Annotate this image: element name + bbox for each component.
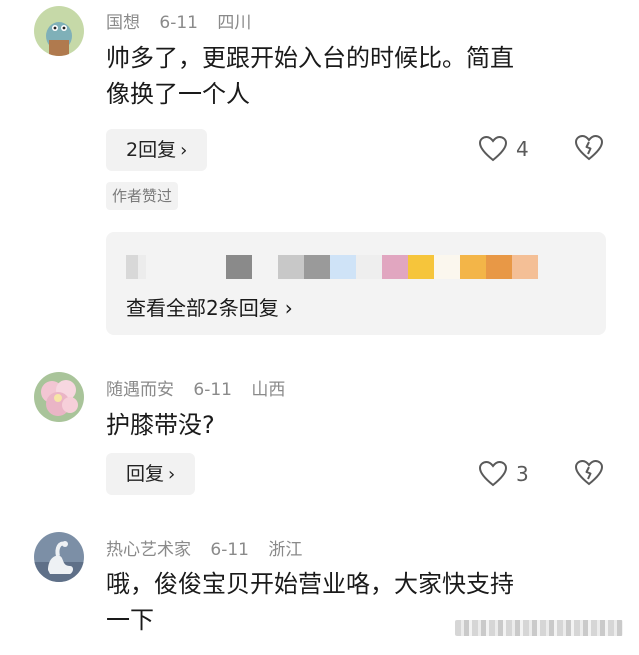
avatar[interactable] <box>34 372 84 422</box>
avatar-image <box>34 6 84 56</box>
comment-text: 帅多了，更跟开始入台的时候比。简直 像换了一个人 <box>106 40 606 112</box>
comment-text-line: 帅多了，更跟开始入台的时候比。简直 <box>106 44 514 72</box>
reply-button[interactable]: 回复 › <box>106 453 196 495</box>
comment-date: 6-11 <box>159 13 198 33</box>
heart-icon <box>478 460 508 487</box>
reply-button[interactable]: 2回复 › <box>106 129 208 171</box>
username[interactable]: 随遇而安 <box>106 380 174 400</box>
view-all-replies-link[interactable]: 查看全部2条回复 › <box>126 292 293 321</box>
username[interactable]: 国想 <box>106 13 140 33</box>
blurred-reply-preview <box>126 254 538 280</box>
dislike-button[interactable] <box>574 134 604 164</box>
view-all-replies-label: 查看全部2条回复 <box>126 296 279 320</box>
watermark <box>455 620 623 636</box>
comment-location: 山西 <box>251 380 286 400</box>
like-button[interactable]: 4 <box>478 133 529 165</box>
reply-label: 2回复 <box>126 139 177 161</box>
comment-text: 护膝带没? <box>106 407 606 443</box>
author-liked-badge: 作者赞过 <box>106 182 179 210</box>
comment-text-line: 哦，俊俊宝贝开始营业咯，大家快支持 <box>106 570 514 598</box>
comment-date: 6-11 <box>193 380 232 400</box>
like-count: 4 <box>516 137 529 161</box>
chevron-right-icon: › <box>168 464 176 485</box>
avatar-image <box>34 372 84 422</box>
broken-heart-icon <box>574 459 604 486</box>
comment-date: 6-11 <box>210 540 249 560</box>
replies-preview-panel[interactable]: 查看全部2条回复 › <box>106 232 606 335</box>
avatar[interactable] <box>34 6 84 56</box>
dislike-button[interactable] <box>574 459 604 489</box>
avatar-image <box>34 532 84 582</box>
broken-heart-icon <box>574 134 604 161</box>
comment-text-line: 护膝带没? <box>106 411 215 439</box>
like-count: 3 <box>516 462 529 486</box>
comment-text-line: 像换了一个人 <box>106 80 250 108</box>
comment-meta: 随遇而安 6-11 山西 <box>106 375 299 400</box>
comment-meta: 国想 6-11 四川 <box>106 8 265 33</box>
comment-location: 浙江 <box>268 540 303 560</box>
chevron-right-icon: › <box>284 296 293 320</box>
comment-location: 四川 <box>217 13 252 33</box>
reply-label: 回复 <box>126 463 165 485</box>
username[interactable]: 热心艺术家 <box>106 540 191 560</box>
comment-item: 国想 6-11 四川 帅多了，更跟开始入台的时候比。简直 像换了一个人 2回复 ›… <box>0 0 639 360</box>
comment-meta: 热心艺术家 6-11 浙江 <box>106 535 316 560</box>
avatar[interactable] <box>34 532 84 582</box>
chevron-right-icon: › <box>180 140 188 161</box>
like-button[interactable]: 3 <box>478 458 529 490</box>
heart-icon <box>478 135 508 162</box>
